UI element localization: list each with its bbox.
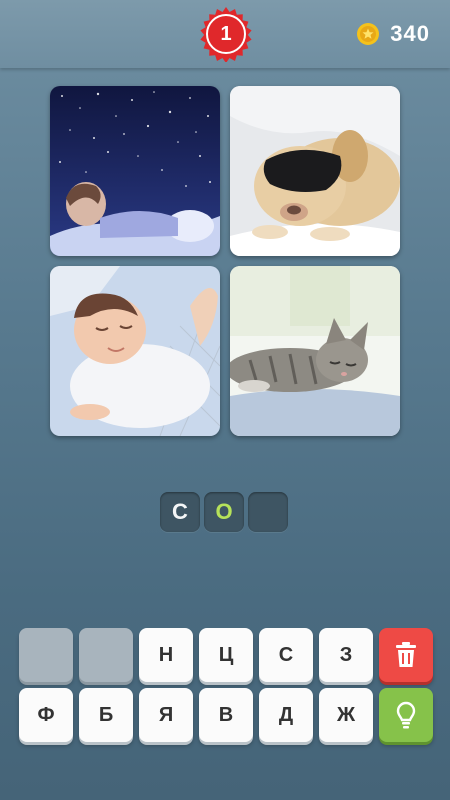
letter-key-used [79,628,133,682]
puzzle-image-1 [50,86,220,256]
letter-key[interactable]: Ж [319,688,373,742]
dog-sleeping-eye-mask-icon [230,86,400,256]
starry-night-child-sleeping-icon [50,86,220,256]
letter-key[interactable]: Н [139,628,193,682]
coin-count: 340 [390,21,430,46]
answer-slot-2[interactable]: О [204,492,244,532]
letter-key[interactable]: Ц [199,628,253,682]
letter-key[interactable]: В [199,688,253,742]
letter-key[interactable]: Б [79,688,133,742]
cat-sleeping-icon [230,266,400,436]
letter-key-used [19,628,73,682]
trash-icon [396,642,416,667]
letter-key[interactable]: С [259,628,313,682]
top-bar: 1 340 [0,0,450,68]
answer-row: С О [160,492,288,532]
letter-key[interactable]: З [319,628,373,682]
delete-button[interactable] [379,628,433,682]
answer-slot-3[interactable] [248,492,288,532]
answer-slot-1[interactable]: С [160,492,200,532]
level-number: 1 [220,22,232,45]
lightbulb-icon [396,701,416,729]
puzzle-image-4 [230,266,400,436]
baby-sleeping-icon [50,266,220,436]
letter-key[interactable]: Я [139,688,193,742]
letter-key[interactable]: Ф [19,688,73,742]
hint-button[interactable] [379,688,433,742]
level-badge: 1 [198,6,254,62]
puzzle-image-2 [230,86,400,256]
puzzle-image-3 [50,266,220,436]
letter-key[interactable]: Д [259,688,313,742]
coin-balance: 340 [356,20,430,48]
coin-icon [357,23,380,45]
